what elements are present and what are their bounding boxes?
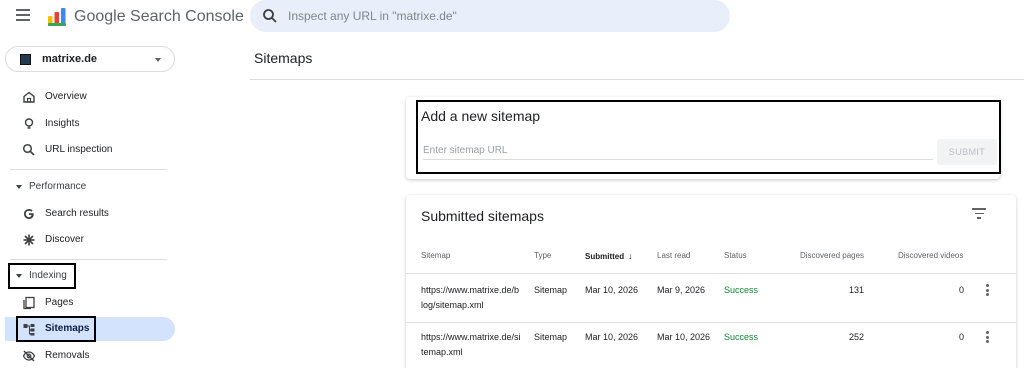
sidebar-item-discover[interactable]: Discover [5,228,175,252]
column-header-discovered-pages[interactable]: Discovered pages [800,251,864,260]
card-title: Submitted sitemaps [421,208,544,224]
cell-sitemap-url[interactable]: https://www.matrixe.de/sitemap.xml [421,330,521,360]
search-console-logo-icon [48,8,66,26]
property-favicon [20,54,31,65]
search-icon [263,9,277,23]
column-header-discovered-videos[interactable]: Discovered videos [898,251,963,260]
sitemap-icon [23,324,35,336]
search-input[interactable] [288,8,708,24]
chevron-down-icon [155,58,161,62]
section-label: Performance [29,181,87,192]
sidebar-item-insights[interactable]: Insights [5,112,175,136]
filter-icon[interactable] [972,208,986,220]
sitemap-url-input[interactable] [423,142,933,160]
property-name: matrixe.de [42,53,98,65]
sidebar-item-label: Sitemaps [45,323,90,334]
cell-last-read: Mar 10, 2026 [657,332,711,342]
submitted-sitemaps-card: Submitted sitemaps Sitemap Type Submitte… [406,195,1016,368]
column-header-last-read[interactable]: Last read [657,251,690,260]
sidebar-item-overview[interactable]: Overview [5,85,175,109]
cell-sitemap-url[interactable]: https://www.matrixe.de/blog/sitemap.xml [421,283,521,313]
caret-down-icon [16,274,22,278]
page-title: Sitemaps [254,50,313,66]
section-indexing-toggle[interactable]: Indexing [5,265,105,287]
add-sitemap-card: Add a new sitemap SUBMIT [406,97,1000,179]
arrow-down-icon: ↓ [628,251,633,261]
row-divider [406,322,1016,323]
sidebar-item-label: Removals [45,350,90,361]
more-vert-icon[interactable] [984,284,990,298]
menu-icon[interactable] [16,9,30,21]
column-header-submitted[interactable]: Submitted ↓ [585,251,633,261]
row-divider [406,273,1016,274]
section-label: Indexing [29,270,67,281]
caret-down-icon [16,185,22,189]
cell-status: Success [724,332,759,342]
column-header-sitemap[interactable]: Sitemap [421,251,450,260]
app-title: Google Search Console [74,8,244,25]
asterisk-icon [23,234,35,246]
column-header-label: Submitted [585,252,625,261]
sidebar-item-removals[interactable]: Removals [5,344,175,368]
sidebar-item-label: URL inspection [45,144,113,155]
section-performance-toggle[interactable]: Performance [5,176,105,198]
sidebar-item-pages[interactable]: Pages [5,291,175,315]
sidebar-item-label: Overview [45,91,87,102]
cell-discovered-pages: 131 [848,285,864,295]
lightbulb-icon [24,118,34,129]
header-divider [250,79,1024,80]
sidebar-divider [10,259,167,260]
eye-off-icon [22,350,36,362]
home-icon [23,91,35,103]
cell-type: Sitemap [534,332,568,342]
url-inspect-search[interactable] [250,0,730,32]
sidebar-item-label: Discover [45,234,84,245]
sidebar-divider [10,169,167,170]
google-g-icon [24,209,34,219]
property-selector[interactable]: matrixe.de [5,46,175,72]
submit-button[interactable]: SUBMIT [937,139,997,165]
sidebar-item-label: Pages [45,297,74,308]
cell-submitted: Mar 10, 2026 [585,332,639,342]
sidebar-item-label: Search results [45,208,109,219]
sidebar-item-sitemaps[interactable]: Sitemaps [5,317,175,341]
column-header-type[interactable]: Type [534,251,551,260]
cell-last-read: Mar 9, 2026 [657,285,706,295]
card-title: Add a new sitemap [421,108,541,124]
cell-discovered-videos: 0 [958,332,964,342]
sidebar-item-search-results[interactable]: Search results [5,202,175,226]
cell-status: Success [724,285,759,295]
top-bar: Google Search Console [0,0,1024,34]
search-icon [22,143,35,156]
cell-type: Sitemap [534,285,568,295]
cell-submitted: Mar 10, 2026 [585,285,639,295]
more-vert-icon[interactable] [984,331,990,345]
column-header-status[interactable]: Status [724,251,747,260]
cell-discovered-videos: 0 [958,285,964,295]
pages-icon [23,296,35,310]
sidebar-item-label: Insights [45,118,80,129]
sidebar-item-url-inspection[interactable]: URL inspection [5,138,175,162]
cell-discovered-pages: 252 [848,332,864,342]
